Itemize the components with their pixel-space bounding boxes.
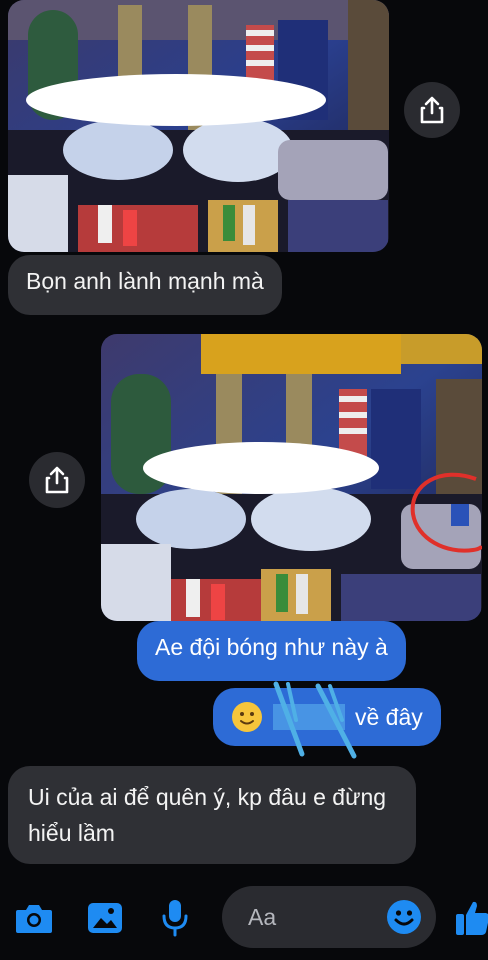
gallery-icon bbox=[88, 903, 122, 933]
camera-button[interactable] bbox=[14, 898, 54, 938]
message-text: Ae đội bóng như này à bbox=[155, 634, 388, 660]
message-input-placeholder: Aa bbox=[248, 903, 277, 930]
shared-photo-2[interactable] bbox=[101, 334, 482, 621]
message-input[interactable]: Aa bbox=[222, 886, 436, 948]
share-button[interactable] bbox=[29, 452, 85, 508]
gallery-button[interactable] bbox=[85, 898, 125, 938]
outgoing-message[interactable]: Ae đội bóng như này à bbox=[137, 621, 406, 681]
scribble-marks bbox=[273, 681, 357, 759]
shared-photo-1[interactable] bbox=[8, 0, 389, 252]
slightly-smiling-face-icon bbox=[232, 702, 262, 732]
message-text: Ui của ai để quên ý, kp đâu e đừng hiểu … bbox=[28, 784, 387, 846]
microphone-icon bbox=[162, 900, 188, 937]
share-icon bbox=[420, 96, 444, 124]
message-text: Bọn anh lành mạnh mà bbox=[26, 268, 264, 294]
emoji-icon[interactable] bbox=[386, 899, 422, 935]
thumbs-up-button[interactable] bbox=[452, 898, 488, 938]
incoming-message[interactable]: Bọn anh lành mạnh mà bbox=[8, 255, 282, 315]
karaoke-room-photo-circled bbox=[101, 334, 482, 621]
incoming-message[interactable]: Ui của ai để quên ý, kp đâu e đừng hiểu … bbox=[8, 766, 416, 864]
share-icon bbox=[45, 466, 69, 494]
thumbs-up-icon bbox=[456, 901, 488, 935]
share-button[interactable] bbox=[404, 82, 460, 138]
microphone-button[interactable] bbox=[155, 898, 195, 938]
camera-icon bbox=[16, 905, 52, 933]
karaoke-room-photo bbox=[8, 0, 389, 252]
